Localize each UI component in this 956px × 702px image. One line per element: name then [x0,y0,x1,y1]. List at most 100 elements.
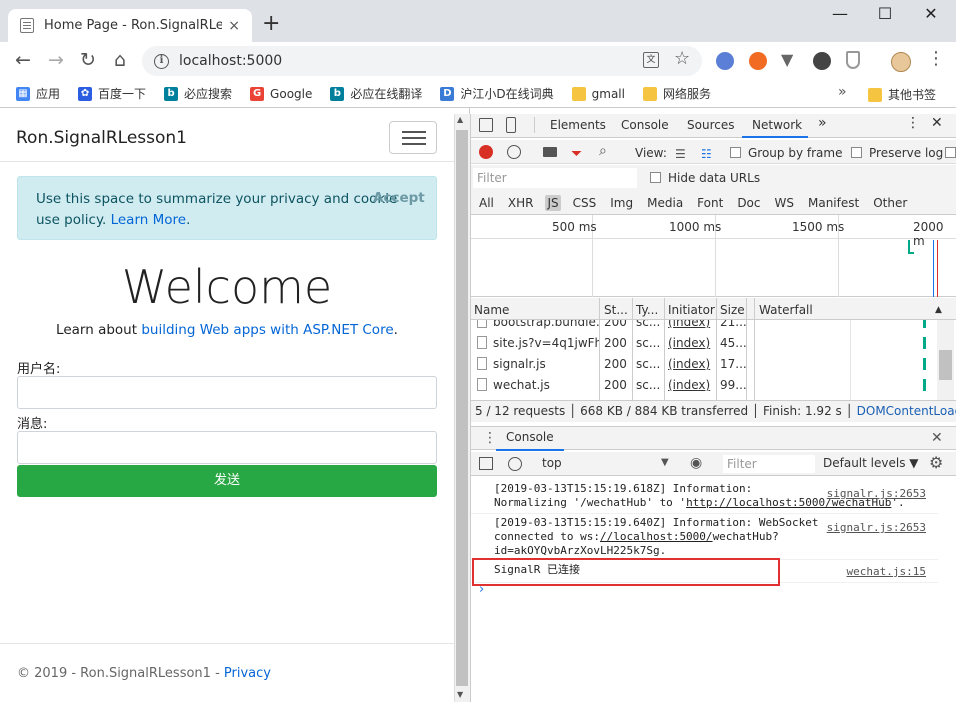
log-levels-dropdown[interactable]: Default levels ▼ [823,456,919,470]
context-dropdown-icon[interactable]: ▼ [661,457,669,468]
scroll-down-icon[interactable]: ▼ [457,690,463,699]
devtools-close-icon[interactable]: ✕ [931,115,943,131]
record-button[interactable] [479,145,493,159]
initiator-link[interactable]: (index) [668,320,710,329]
screenshot-camera-icon[interactable] [543,147,557,157]
extension-v-icon[interactable]: ▼ [781,50,793,69]
initiator-link[interactable]: (index) [668,378,710,392]
message-input[interactable] [17,431,437,464]
accept-cookie-button[interactable]: Accept [373,190,425,206]
console-filter-input[interactable]: Filter [723,455,815,473]
context-selector[interactable]: top [542,456,562,470]
bookmark-item[interactable]: gmall [571,86,625,101]
type-media[interactable]: Media [645,195,685,211]
avatar[interactable] [891,52,911,72]
column-name[interactable]: Name [474,303,509,317]
maximize-button[interactable]: ☐ [865,4,905,23]
tab-network[interactable]: Network [752,118,802,132]
column-type[interactable]: Ty... [636,303,658,317]
extension-icon[interactable] [813,52,831,70]
privacy-link[interactable]: Privacy [224,666,271,681]
tab-elements[interactable]: Elements [550,118,606,132]
console-prompt[interactable]: › [479,582,484,597]
browser-menu-icon[interactable]: ⋮ [927,48,945,69]
tab-console[interactable]: Console [621,118,669,132]
shield-extension-icon[interactable] [846,51,860,69]
navbar-toggle-button[interactable] [389,121,437,154]
websocket-url-link[interactable]: //localhost:5000/ [600,530,713,543]
table-row[interactable]: site.js?v=4q1jwFh... 200 sc... (index) 4… [471,333,937,354]
initiator-link[interactable]: (index) [668,357,710,371]
column-status[interactable]: St... [604,303,628,317]
forward-button[interactable]: → [44,49,68,71]
extension-icon[interactable] [716,52,734,70]
bookmark-item[interactable]: ✿ 百度一下 [78,85,146,102]
bookmarks-more-icon[interactable]: » [838,84,847,100]
table-row[interactable]: signalr.js 200 sc... (index) 17... [471,354,937,375]
filter-funnel-icon[interactable]: ⏷ [571,146,582,162]
type-ws[interactable]: WS [773,195,796,211]
preserve-log-checkbox[interactable] [851,147,862,158]
inspect-element-icon[interactable] [479,118,493,132]
bookmark-item[interactable]: b 必应搜索 [164,85,232,102]
column-initiator[interactable]: Initiator [668,303,715,317]
initiator-link[interactable]: (index) [668,336,710,350]
network-filter-input[interactable]: Filter [473,168,637,188]
aspnet-docs-link[interactable]: building Web apps with ASP.NET Core [141,322,393,338]
console-source-link[interactable]: signalr.js:2653 [827,487,926,500]
console-source-link[interactable]: signalr.js:2653 [827,521,926,534]
drawer-tab-console[interactable]: Console [496,427,564,451]
tab-sources[interactable]: Sources [687,118,734,132]
console-settings-gear-icon[interactable]: ⚙ [929,453,943,472]
type-manifest[interactable]: Manifest [806,195,861,211]
group-by-frame-checkbox[interactable] [730,147,741,158]
bookmark-item[interactable]: G Google [250,86,312,101]
bookmark-item[interactable]: D 沪江小D在线词典 [440,85,554,102]
console-sidebar-icon[interactable] [479,457,493,470]
minimize-button[interactable]: — [820,4,860,23]
console-source-link[interactable]: wechat.js:15 [847,565,926,578]
bookmark-star-icon[interactable]: ☆ [674,48,690,69]
reload-button[interactable]: ↻ [76,49,100,71]
live-expression-eye-icon[interactable]: ◉ [690,455,702,471]
translate-icon[interactable]: 文 [643,52,659,68]
network-scrollbar-thumb[interactable] [939,350,952,380]
type-xhr[interactable]: XHR [506,195,536,211]
address-bar[interactable]: i localhost:5000 [142,46,702,76]
type-js[interactable]: JS [545,194,561,211]
page-scrollbar-thumb[interactable] [456,130,468,686]
table-row[interactable]: bootstrap.bundle.js 200 sc... (index) 21… [471,320,937,333]
extension-icon[interactable] [749,52,767,70]
large-rows-icon[interactable]: ☰ [675,147,686,161]
type-doc[interactable]: Doc [735,195,762,211]
site-info-icon[interactable]: i [154,53,169,69]
disable-cache-checkbox[interactable] [945,147,956,158]
type-img[interactable]: Img [608,195,635,211]
column-size[interactable]: Size [720,303,745,317]
type-other[interactable]: Other [871,195,909,211]
scroll-up-icon[interactable]: ▲ [457,115,463,124]
clear-icon[interactable] [507,145,521,159]
type-all[interactable]: All [477,195,496,211]
other-bookmarks[interactable]: 其他书签 [868,86,936,103]
console-clear-icon[interactable] [508,457,522,471]
tab-close-icon[interactable]: × [228,18,240,34]
sort-up-icon[interactable]: ▲ [935,305,942,315]
back-button[interactable]: ← [11,49,35,71]
bookmark-item[interactable]: b 必应在线翻译 [330,85,422,102]
learn-more-link[interactable]: Learn More [111,212,187,228]
app-brand[interactable]: Ron.SignalRLesson1 [16,128,187,148]
devtools-menu-icon[interactable]: ⋮ [906,115,920,131]
bookmark-item[interactable]: ▦ 应用 [16,85,60,102]
type-css[interactable]: CSS [571,195,599,211]
send-button[interactable]: 发送 [17,465,437,497]
browser-tab[interactable]: Home Page - Ron.SignalRLesso × [8,9,252,42]
home-button[interactable]: ⌂ [108,49,132,71]
username-input[interactable] [17,376,437,409]
column-waterfall[interactable]: Waterfall [759,303,813,317]
overview-icon[interactable]: ☷ [701,147,712,161]
hide-data-urls-checkbox[interactable] [650,172,661,183]
drawer-menu-icon[interactable]: ⋮ [483,430,497,446]
table-row[interactable]: wechat.js 200 sc... (index) 99... [471,375,937,396]
drawer-close-icon[interactable]: ✕ [931,430,943,446]
